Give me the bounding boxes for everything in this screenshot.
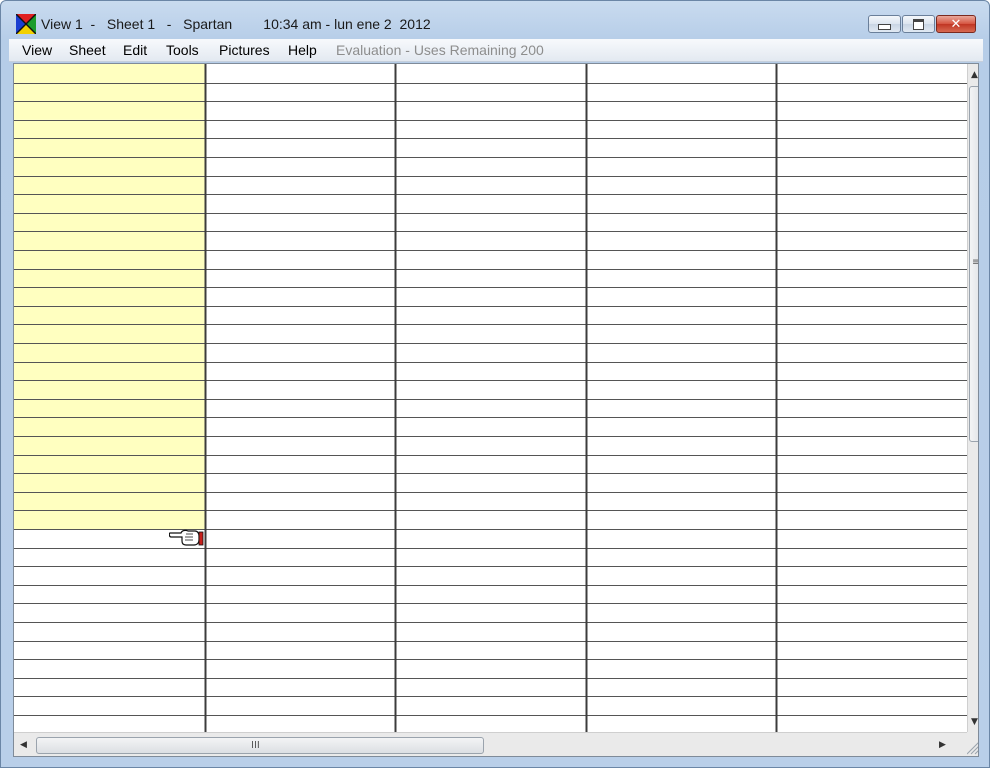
menu-sheet[interactable]: Sheet bbox=[69, 42, 106, 58]
app-window: View 1 - Sheet 1 - Spartan 10:34 am - lu… bbox=[0, 0, 990, 768]
scroll-left-arrow[interactable]: ◀ bbox=[20, 741, 27, 750]
highlighted-cell[interactable] bbox=[14, 64, 205, 83]
vertical-grip: ≡ bbox=[972, 257, 978, 268]
scroll-right-arrow[interactable]: ▶ bbox=[939, 741, 946, 750]
menu-bar: View Sheet Edit Tools Pictures Help Eval… bbox=[9, 39, 983, 62]
highlighted-cell[interactable] bbox=[14, 212, 205, 232]
highlighted-cell[interactable] bbox=[14, 138, 205, 157]
horizontal-grip: III bbox=[251, 740, 260, 751]
highlighted-cell[interactable] bbox=[14, 473, 205, 492]
pointing-hand-cursor-icon bbox=[169, 529, 204, 546]
highlighted-cell[interactable] bbox=[14, 175, 205, 195]
highlighted-cell[interactable] bbox=[14, 380, 205, 399]
highlighted-cell[interactable] bbox=[14, 343, 205, 362]
highlighted-cell[interactable] bbox=[14, 324, 205, 343]
highlighted-cell[interactable] bbox=[14, 287, 205, 306]
evaluation-status: Evaluation - Uses Remaining 200 bbox=[336, 42, 544, 58]
menu-view[interactable]: View bbox=[22, 42, 52, 58]
highlighted-cell[interactable] bbox=[14, 101, 205, 120]
sheet-view: ▲ ≡ ▼ ◀ III ▶ bbox=[13, 63, 979, 757]
highlighted-cell[interactable] bbox=[14, 250, 205, 269]
horizontal-scroll-thumb[interactable]: III bbox=[36, 737, 484, 754]
highlighted-cell[interactable] bbox=[14, 491, 205, 511]
maximize-icon bbox=[913, 18, 924, 30]
highlighted-cell[interactable] bbox=[14, 361, 205, 381]
window-title: View 1 - Sheet 1 - Spartan 10:34 am - lu… bbox=[41, 16, 431, 32]
sheet-grid[interactable] bbox=[14, 64, 967, 732]
highlighted-cell[interactable] bbox=[14, 82, 205, 102]
highlighted-cell[interactable] bbox=[14, 305, 205, 325]
menu-tools[interactable]: Tools bbox=[166, 42, 199, 58]
scroll-up-arrow[interactable]: ▲ bbox=[971, 71, 978, 80]
highlighted-cell[interactable] bbox=[14, 194, 205, 213]
vertical-scrollbar[interactable]: ▲ ≡ ▼ bbox=[967, 64, 978, 732]
highlighted-cell[interactable] bbox=[14, 231, 205, 250]
maximize-button[interactable] bbox=[902, 15, 935, 33]
size-grip-icon[interactable] bbox=[967, 732, 979, 757]
minimize-icon bbox=[878, 24, 891, 30]
title-bar[interactable]: View 1 - Sheet 1 - Spartan 10:34 am - lu… bbox=[1, 1, 989, 39]
spartan-logo-icon bbox=[16, 14, 36, 34]
vertical-scroll-thumb[interactable]: ≡ bbox=[969, 86, 978, 442]
highlighted-cell[interactable] bbox=[14, 157, 205, 176]
scroll-down-arrow[interactable]: ▼ bbox=[971, 718, 978, 727]
highlighted-cell[interactable] bbox=[14, 119, 205, 139]
highlighted-cell[interactable] bbox=[14, 454, 205, 474]
menu-pictures[interactable]: Pictures bbox=[219, 42, 270, 58]
highlighted-cell[interactable] bbox=[14, 398, 205, 418]
close-button[interactable]: ✕ bbox=[936, 15, 976, 33]
menu-edit[interactable]: Edit bbox=[123, 42, 147, 58]
menu-help[interactable]: Help bbox=[288, 42, 317, 58]
minimize-button[interactable] bbox=[868, 15, 901, 33]
horizontal-scrollbar[interactable]: ◀ III ▶ bbox=[14, 732, 967, 756]
highlighted-cell[interactable] bbox=[14, 417, 205, 436]
close-icon: ✕ bbox=[950, 16, 962, 32]
highlighted-cell[interactable] bbox=[14, 268, 205, 288]
highlighted-cell[interactable] bbox=[14, 436, 205, 455]
